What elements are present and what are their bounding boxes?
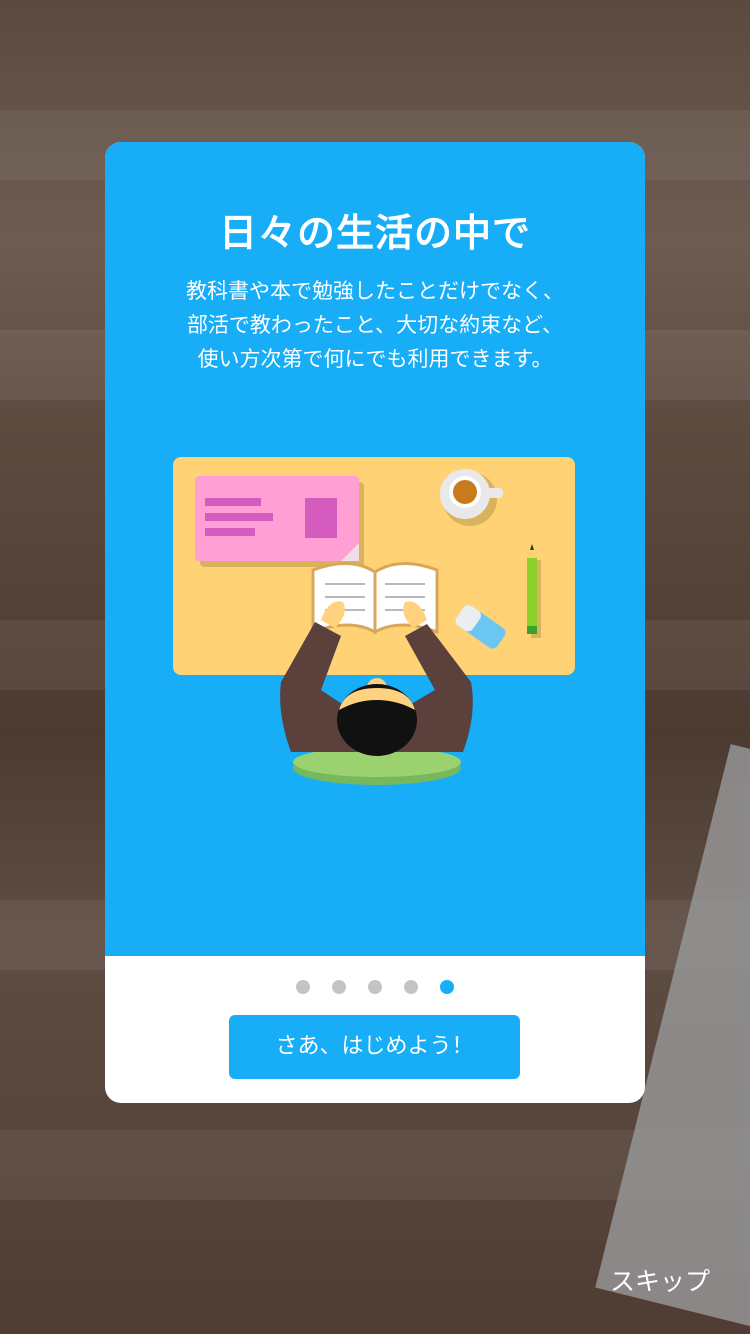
card-header-panel: 日々の生活の中で 教科書や本で勉強したことだけでなく、 部活で教わったこと、大切… bbox=[105, 142, 645, 956]
pagination-dot-4[interactable] bbox=[404, 980, 418, 994]
description-line-3: 使い方次第で何にでも利用できます。 bbox=[197, 347, 553, 371]
pagination-dot-2[interactable] bbox=[332, 980, 346, 994]
pagination-dots bbox=[105, 980, 645, 996]
pagination-dot-3[interactable] bbox=[368, 980, 382, 994]
description-line-1: 教科書や本で勉強したことだけでなく、 bbox=[186, 279, 564, 303]
start-button[interactable]: さあ、はじめよう！ bbox=[229, 1015, 520, 1079]
pagination-dot-5-active[interactable] bbox=[440, 980, 454, 994]
page-title: 日々の生活の中で bbox=[218, 211, 531, 255]
skip-button[interactable]: スキップ bbox=[600, 1262, 720, 1298]
description-text: 教科書や本で勉強したことだけでなく、 部活で教わったこと、大切な約束など、 使い… bbox=[125, 274, 625, 376]
note-card-icon bbox=[195, 476, 364, 567]
student-studying-at-desk-illustration bbox=[173, 457, 575, 785]
onboarding-card: 日々の生活の中で 教科書や本で勉強したことだけでなく、 部活で教わったこと、大切… bbox=[105, 142, 645, 1103]
pagination-dot-1[interactable] bbox=[296, 980, 310, 994]
description-line-2: 部活で教わったこと、大切な約束など、 bbox=[186, 313, 564, 337]
